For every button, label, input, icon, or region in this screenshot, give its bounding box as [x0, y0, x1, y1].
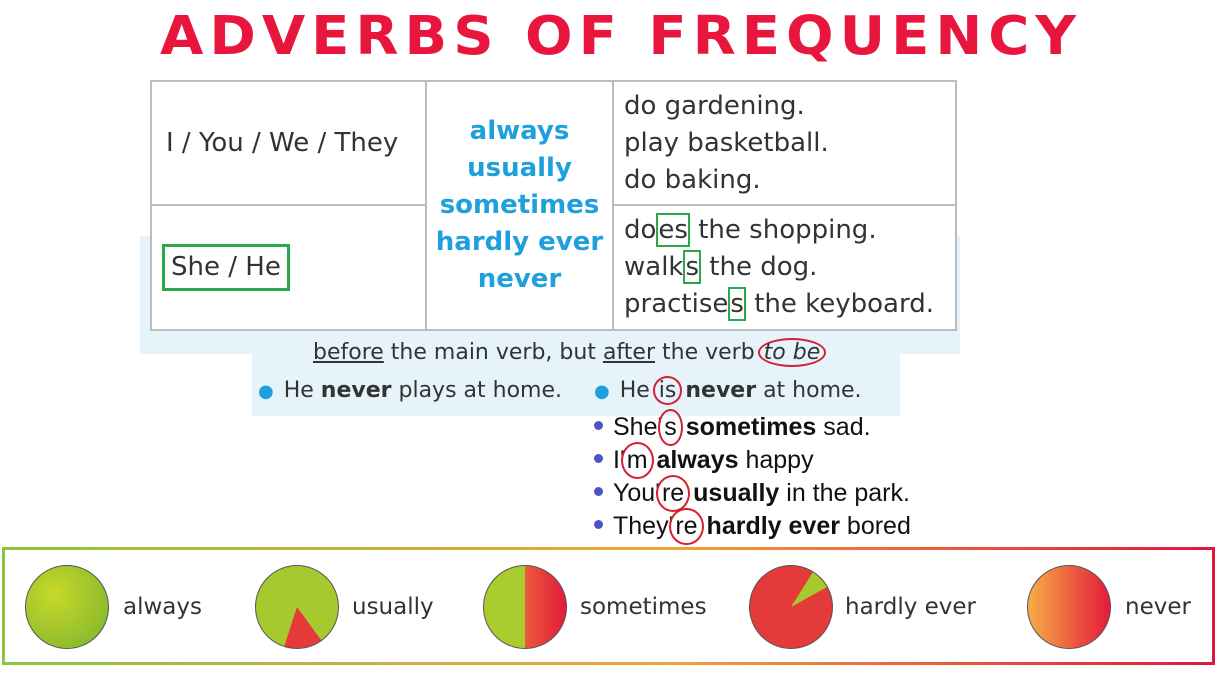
bullet-icon: ●: [594, 381, 610, 402]
adverbs-cell: always usually sometimes hardly ever nev…: [425, 80, 614, 331]
ending-highlight: s: [683, 250, 702, 284]
contraction-list: She's sometimes sad. I'm always happy Yo…: [594, 409, 911, 545]
adverb-item: never: [477, 264, 562, 294]
list-item: They're hardly ever bored: [594, 508, 911, 545]
scale-label: always: [123, 594, 202, 620]
frequency-pie-icon: [749, 565, 833, 649]
bullet-icon: [594, 420, 603, 430]
page-title: ADVERBS OF FREQUENCY: [160, 5, 1082, 68]
scale-label: hardly ever: [845, 594, 977, 620]
verb-circle: re: [669, 508, 704, 545]
scale-label: never: [1125, 594, 1191, 620]
frequency-pie-icon: [255, 565, 339, 649]
grammar-table: I / You / We / They always usually somet…: [150, 80, 957, 331]
list-item: I'm always happy: [594, 442, 911, 479]
rule-text: before the main verb, but after the verb…: [313, 338, 827, 367]
subject-cell: She / He: [150, 204, 427, 331]
subject-plural: I / You / We / They: [166, 127, 399, 158]
to-be-circle: to be: [757, 338, 827, 367]
bullet-icon: [594, 519, 603, 529]
bullet-icon: [594, 453, 603, 463]
frequency-pie-icon: [1027, 565, 1111, 649]
object-line: play basketball.: [624, 127, 829, 158]
object-line: does the shopping.: [624, 213, 877, 247]
ending-highlight: s: [728, 287, 746, 321]
bullet-icon: [594, 486, 603, 496]
object-cell: do gardening. play basketball. do baking…: [612, 80, 957, 206]
object-cell: does the shopping. walks the dog. practi…: [612, 204, 957, 331]
ending-highlight: es: [656, 213, 690, 247]
scale-label: usually: [352, 594, 434, 620]
frequency-pie-icon: [483, 565, 567, 649]
list-item: You're usually in the park.: [594, 475, 911, 512]
subject-singular: She / He: [162, 244, 290, 291]
verb-circle: re: [655, 475, 691, 512]
object-line: walks the dog.: [624, 250, 818, 284]
verb-circle: is: [652, 376, 683, 405]
frequency-scale: always usually sometimes hardly ever nev…: [2, 547, 1215, 665]
subject-cell: I / You / We / They: [150, 80, 427, 206]
verb-circle: s: [658, 409, 683, 446]
scale-label: sometimes: [580, 594, 707, 620]
object-line: practises the keyboard.: [624, 287, 934, 321]
list-item: She's sometimes sad.: [594, 409, 911, 446]
adverb-item: hardly ever: [435, 227, 604, 257]
bullet-icon: ●: [258, 381, 274, 402]
verb-circle: m: [620, 442, 654, 479]
frequency-pie-icon: [25, 565, 109, 649]
adverb-item: always: [469, 116, 570, 146]
object-line: do baking.: [624, 164, 761, 195]
example-sentence: ● He never plays at home.: [258, 378, 562, 403]
object-line: do gardening.: [624, 90, 805, 121]
example-sentence: ● He is never at home.: [594, 376, 862, 405]
adverb-item: sometimes: [439, 190, 600, 220]
adverb-item: usually: [467, 153, 572, 183]
